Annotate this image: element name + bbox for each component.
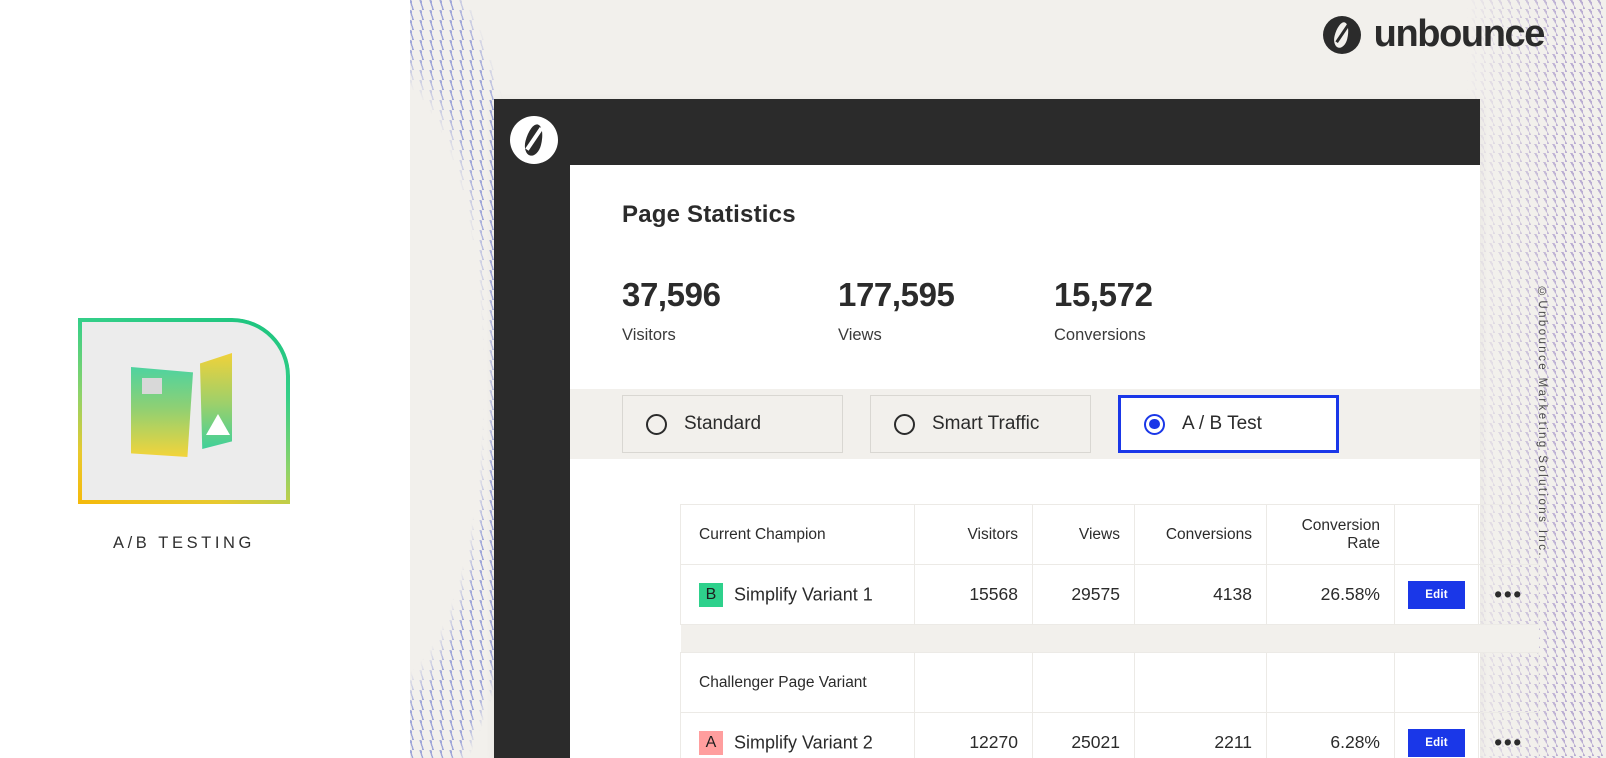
cell-edit-action: Edit [1394, 564, 1479, 625]
radio-icon[interactable] [894, 413, 915, 435]
radio-selected-icon[interactable] [1144, 413, 1165, 435]
app-sidebar [494, 99, 570, 758]
page-statistics-section: Page Statistics 37,596 Visitors 177,595 … [570, 165, 1480, 345]
cell-conversions: 2211 [1134, 712, 1267, 758]
cell-conversion-rate: 6.28% [1266, 712, 1395, 758]
table-row[interactable]: A Simplify Variant 2 12270 25021 2211 6.2… [680, 712, 1539, 758]
cell-conversion-rate: 26.58% [1266, 564, 1395, 625]
column-header-conversions-2 [1134, 652, 1267, 713]
cell-visitors: 12270 [914, 712, 1033, 758]
variant-a-placeholder-decor [142, 378, 162, 394]
page-root: A/B TESTING unbounce ©Unbounce Marketing… [0, 0, 1606, 758]
variant-name-cell: B Simplify Variant 1 [680, 564, 915, 625]
variants-table-wrap: Current Champion Visitors Views Conversi… [680, 504, 1539, 758]
mode-label: Smart Traffic [932, 413, 1040, 434]
cell-conversions: 4138 [1134, 564, 1267, 625]
radio-icon[interactable] [646, 413, 667, 435]
brand-logo: unbounce [1322, 13, 1546, 56]
unbounce-logo-icon [1322, 15, 1361, 54]
mode-option-smart-traffic[interactable]: Smart Traffic [870, 395, 1091, 453]
metric-conversions: 15,572 Conversions [1054, 276, 1270, 345]
metric-value: 37,596 [622, 276, 721, 313]
metric-value: 15,572 [1054, 276, 1153, 313]
variant-badge-icon: B [699, 582, 723, 607]
table-section-gap [680, 624, 1539, 653]
ellipsis-icon[interactable]: ••• [1494, 729, 1523, 755]
metric-views: 177,595 Views [838, 276, 1054, 345]
column-header-actions-2 [1394, 652, 1479, 713]
table-row[interactable]: B Simplify Variant 1 15568 29575 4138 26.… [680, 564, 1539, 625]
section-gap-cell [680, 624, 1539, 653]
column-header-visitors-2 [914, 652, 1033, 713]
cell-views: 25021 [1032, 712, 1135, 758]
mode-selector: Standard Smart Traffic A / B Test [570, 389, 1480, 459]
copyright-notice: ©Unbounce Marketing Solutions Inc. [1536, 286, 1548, 558]
cell-visitors: 15568 [914, 564, 1033, 625]
variants-table-section: Current Champion Visitors Views Conversi… [570, 459, 1539, 758]
mode-option-standard[interactable]: Standard [622, 395, 843, 453]
column-header-challenger: Challenger Page Variant [680, 652, 915, 713]
variants-table: Current Champion Visitors Views Conversi… [680, 504, 1539, 758]
app-window: Page Statistics 37,596 Visitors 177,595 … [494, 99, 1539, 758]
page-title: Page Statistics [622, 201, 796, 228]
table-header-challenger: Challenger Page Variant [680, 652, 1539, 713]
variant-name: Simplify Variant 2 [734, 732, 873, 752]
edit-button[interactable]: Edit [1408, 728, 1465, 757]
mode-label: A / B Test [1182, 413, 1262, 434]
brand-name: unbounce [1373, 13, 1546, 55]
column-header-visitors: Visitors [914, 504, 1033, 565]
column-header-menu-2 [1478, 652, 1539, 713]
unbounce-mark-icon[interactable] [510, 116, 558, 164]
metric-label: Views [838, 326, 882, 344]
cell-row-menu: ••• [1478, 564, 1539, 625]
edit-button[interactable]: Edit [1408, 580, 1465, 609]
variant-name: Simplify Variant 1 [734, 584, 873, 604]
column-header-views-2 [1032, 652, 1135, 713]
ab-testing-illustration-icon [78, 318, 290, 504]
metric-label: Visitors [622, 326, 676, 344]
column-header-actions [1394, 504, 1479, 565]
play-triangle-icon [206, 414, 230, 435]
column-header-views: Views [1032, 504, 1135, 565]
ellipsis-icon[interactable]: ••• [1494, 581, 1523, 607]
mode-label: Standard [684, 413, 762, 434]
column-header-champion: Current Champion [680, 504, 915, 565]
mode-option-ab-test[interactable]: A / B Test [1118, 395, 1339, 453]
metric-value: 177,595 [838, 276, 955, 313]
column-header-menu [1478, 504, 1539, 565]
column-header-conversions: Conversions [1134, 504, 1267, 565]
cell-edit-action: Edit [1394, 712, 1479, 758]
app-topbar [570, 99, 1480, 165]
column-header-conversion-rate-2 [1266, 652, 1395, 713]
variant-a-shape-icon [131, 367, 193, 457]
column-header-conversion-rate: Conversion Rate [1266, 504, 1395, 565]
variant-badge-icon: A [699, 730, 723, 755]
table-header-champion: Current Champion Visitors Views Conversi… [680, 504, 1539, 565]
cell-row-menu: ••• [1478, 712, 1539, 758]
metric-visitors: 37,596 Visitors [622, 276, 838, 345]
feature-panel: A/B TESTING [0, 0, 410, 758]
metrics-row: 37,596 Visitors 177,595 Views 15,572 Con… [622, 276, 1480, 345]
feature-label: A/B TESTING [113, 534, 255, 552]
cell-views: 29575 [1032, 564, 1135, 625]
app-content: Page Statistics 37,596 Visitors 177,595 … [570, 165, 1539, 758]
variant-name-cell: A Simplify Variant 2 [680, 712, 915, 758]
metric-label: Conversions [1054, 326, 1146, 344]
